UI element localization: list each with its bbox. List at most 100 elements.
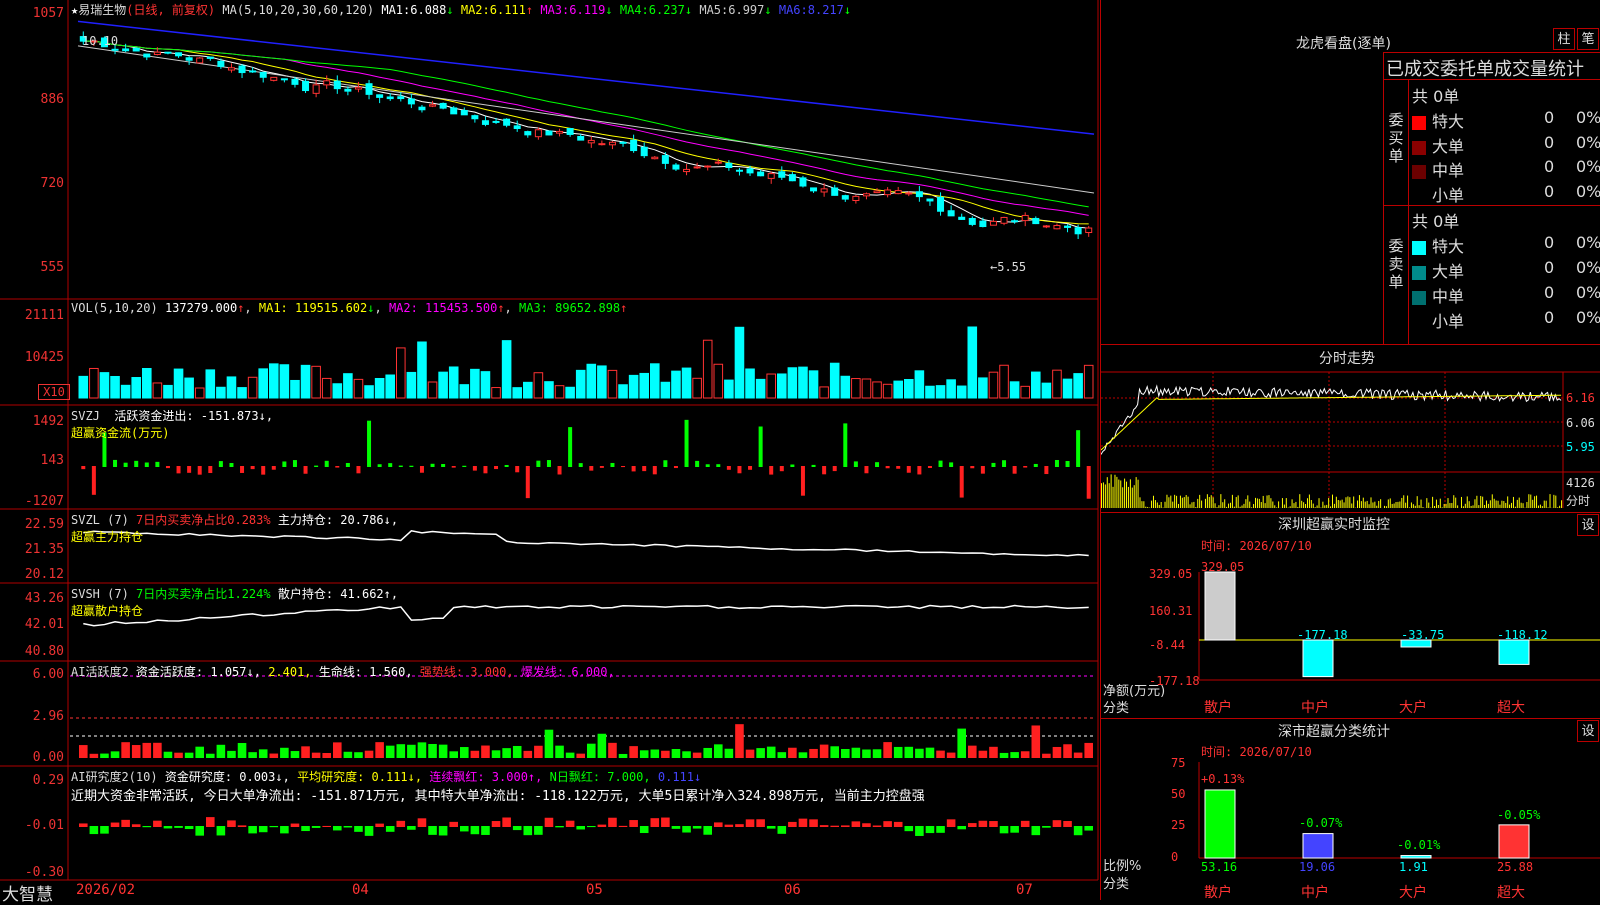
intraday-vol-bar [1469, 501, 1470, 508]
svzj-bar [219, 461, 223, 467]
tick-mode-button[interactable]: 笔 [1577, 28, 1599, 50]
volume-bar [460, 385, 469, 398]
ai2-bar [778, 826, 787, 834]
svzj-bar [346, 463, 350, 467]
svzj-bar [600, 466, 604, 468]
intraday-vol-bar [1492, 494, 1493, 508]
volume-bar [1010, 382, 1019, 398]
stat-cat: 中户 [1301, 882, 1329, 902]
kline-chart[interactable] [0, 0, 1100, 900]
volume-bar [714, 364, 723, 398]
svzj-bar [251, 466, 255, 469]
volume-bar [1084, 365, 1093, 398]
intraday-vol-bar [1496, 500, 1497, 508]
volume-bar [217, 387, 226, 398]
ai1-bar [841, 749, 850, 758]
ai1-bar [756, 748, 765, 758]
ai1-bar [418, 742, 427, 758]
buy-total: 共 0单 [1412, 83, 1459, 107]
ma-line [83, 41, 1088, 215]
intraday-vol-bar [1147, 507, 1148, 508]
intraday-vol-bar [1438, 505, 1439, 508]
intraday-vol-bar [1340, 501, 1341, 508]
ai1-bar [651, 750, 660, 758]
ai1-bar [312, 753, 321, 758]
volume-bar [979, 378, 988, 398]
svzj-bar [441, 464, 445, 467]
volume-bar [280, 365, 289, 398]
ai1-bar [778, 752, 787, 758]
bar-mode-button[interactable]: 柱 [1553, 28, 1575, 50]
intraday-vol-bar [1503, 501, 1504, 508]
ai2-bar [830, 826, 839, 827]
volume-bar [947, 380, 956, 398]
candle-body [398, 97, 404, 99]
ai2-bar [651, 818, 660, 827]
stats-bar [1303, 834, 1333, 858]
ai2-bar [1042, 826, 1051, 828]
intraday-vol-bar [1544, 501, 1545, 508]
intraday-vol-bar [1511, 503, 1512, 508]
intraday-vol-bar [1313, 504, 1314, 508]
candle-body [800, 178, 806, 186]
volume-bar [1053, 370, 1062, 398]
svzj-bar [790, 465, 794, 467]
intraday-vol-bar [1367, 501, 1368, 508]
intraday-vol-bar [1276, 507, 1277, 508]
ai2-bar [344, 826, 353, 828]
ai2-bar [809, 819, 818, 827]
svzj-bar [939, 461, 943, 467]
volume-bar [449, 367, 458, 398]
ai2-bar [227, 820, 236, 827]
svzj-bar [928, 466, 932, 468]
intraday-vol-bar [1476, 496, 1477, 508]
intraday-vol-bar [1278, 501, 1279, 508]
ai1-bar [1053, 747, 1062, 758]
ai2-bar [1010, 826, 1019, 833]
volume-bar [799, 367, 808, 398]
volume-bar [386, 375, 395, 398]
stat-cat: 散户 [1204, 882, 1232, 902]
ai2-bar [206, 817, 215, 827]
ai1-bar [894, 747, 903, 758]
intraday-vol-bar [1111, 474, 1112, 508]
period-mode[interactable]: (日线, 前复权) [126, 3, 215, 17]
intraday-vol-bar [1190, 504, 1191, 508]
ai2-bar [905, 826, 914, 831]
ai2-bar [90, 826, 99, 834]
ai1-bar [862, 749, 871, 758]
ai1-bar [164, 752, 173, 758]
candle-body [292, 79, 298, 84]
svzj-bar [769, 466, 773, 475]
ai2-bar [333, 826, 342, 830]
volume-bar [1042, 383, 1051, 398]
svzj-bar [494, 466, 498, 469]
intraday-vol-bar [1347, 496, 1348, 508]
candle-body [1033, 218, 1039, 223]
buy-row: 特大00% [1412, 108, 1464, 132]
intraday-vol-bar [1484, 505, 1485, 508]
intraday-vol-bar [1305, 504, 1306, 508]
stats-settings-button[interactable]: 设 [1577, 720, 1599, 742]
intraday-vol-bar [1399, 501, 1400, 508]
intraday-vol-bar [1145, 507, 1146, 508]
ai1-tick: 2.96 [0, 709, 64, 724]
ai1-bar [217, 745, 226, 758]
stats-bar [1205, 790, 1235, 858]
volume-bar [1000, 365, 1009, 398]
volume-bar [830, 363, 839, 398]
stock-name: 易瑞生物 [78, 3, 126, 17]
intraday-vol-bar [1351, 503, 1352, 508]
x-label: 06 [784, 882, 801, 898]
ma-params: MA(5,10,20,30,60,120) [222, 3, 374, 17]
monitor-settings-button[interactable]: 设 [1577, 514, 1599, 536]
ai1-bar [365, 751, 374, 758]
candle-body [387, 97, 393, 99]
volume-bar [873, 382, 882, 398]
ai1-bar [248, 752, 257, 758]
intraday-vol-bar [1359, 495, 1360, 508]
svzj-bar [547, 460, 551, 467]
intraday-vol-bar [1403, 495, 1404, 508]
candle-body [673, 165, 679, 169]
candle-body [334, 81, 340, 89]
